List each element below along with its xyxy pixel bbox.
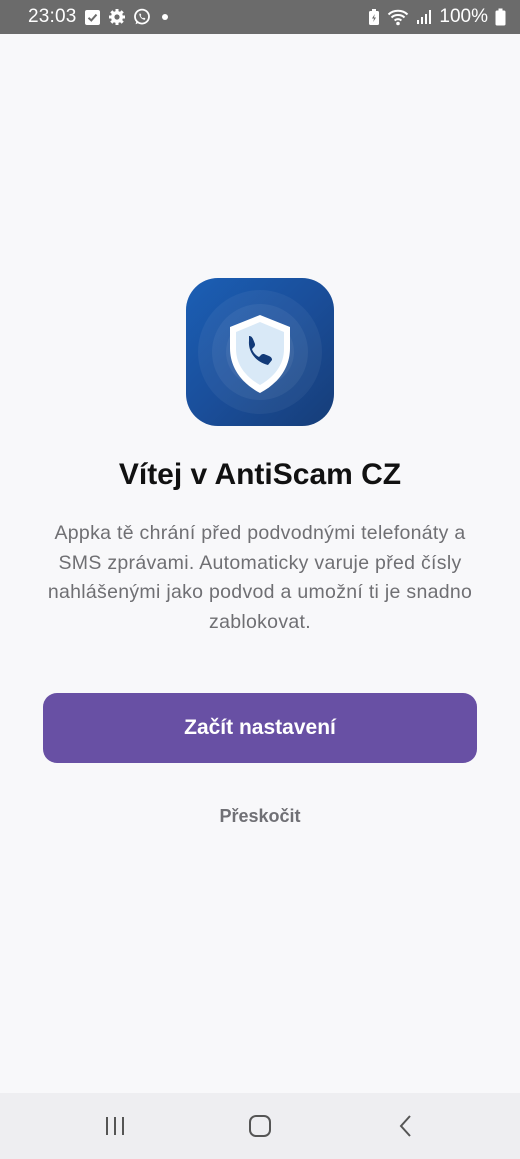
- welcome-screen: 23:03 100% Vítej v AntiScam CZ Appka tě …: [0, 0, 520, 1159]
- battery-icon: [495, 8, 506, 26]
- app-logo: [186, 278, 334, 426]
- skip-link[interactable]: Přeskočit: [0, 806, 520, 827]
- settings-icon: [108, 8, 126, 26]
- back-button[interactable]: [366, 1093, 446, 1159]
- wifi-icon: [387, 8, 409, 26]
- home-icon: [249, 1115, 271, 1137]
- whatsapp-icon: [133, 8, 151, 26]
- page-title: Vítej v AntiScam CZ: [118, 458, 402, 491]
- battery-level: 100%: [439, 6, 488, 27]
- status-time: 23:03: [28, 6, 77, 27]
- back-icon: [399, 1115, 411, 1137]
- recents-icon: [106, 1117, 124, 1135]
- navigation-bar: [0, 1093, 520, 1159]
- app-description: Appka tě chrání před podvodnými telefoná…: [47, 522, 473, 633]
- status-bar-right: 100%: [368, 6, 506, 28]
- battery-saver-icon: [368, 8, 380, 26]
- status-bar-left: 23:03: [28, 6, 168, 28]
- check-notification-icon: [84, 9, 101, 26]
- signal-icon: [416, 9, 432, 25]
- dot-icon: [161, 14, 168, 20]
- start-setup-button[interactable]: Začít nastavení: [43, 693, 477, 763]
- home-button[interactable]: [220, 1093, 300, 1159]
- shield-phone-icon: [198, 290, 322, 414]
- recents-button[interactable]: [75, 1093, 155, 1159]
- status-bar: 23:03 100%: [0, 0, 520, 34]
